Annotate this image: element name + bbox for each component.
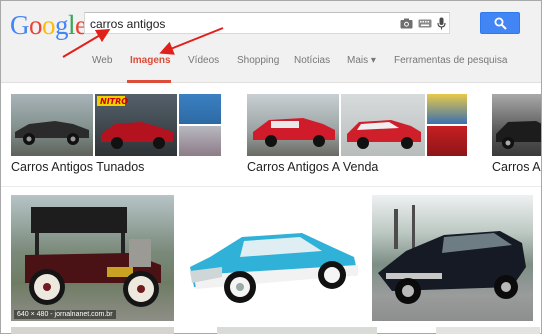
car-photo xyxy=(378,205,526,304)
thumbnail-image: NITRO xyxy=(95,94,177,156)
keyboard-icon[interactable] xyxy=(418,19,432,28)
logo-letter: o xyxy=(29,10,43,40)
tab-mais[interactable]: Mais ▾ xyxy=(347,55,376,66)
section-divider xyxy=(1,186,541,187)
active-tab-indicator xyxy=(127,80,171,83)
related-item[interactable]: Carros Antigos A Venda xyxy=(247,94,467,184)
microphone-icon[interactable] xyxy=(437,17,446,30)
tab-web[interactable]: Web xyxy=(92,55,112,66)
tab-shopping[interactable]: Shopping xyxy=(237,55,279,66)
search-header: Google carros antigos Web Imagens Vídeos… xyxy=(1,1,541,83)
car-photo xyxy=(25,207,161,307)
logo-letter: g xyxy=(55,10,69,40)
result-image-next-row xyxy=(217,327,377,334)
related-thumbnails xyxy=(247,94,467,156)
search-input[interactable] xyxy=(90,15,370,32)
image-results: 640 × 480 - jornalnanet.com.br xyxy=(1,193,541,334)
related-thumbnails: NITRO xyxy=(11,94,221,156)
related-label: Carros Antigos Tunados xyxy=(11,160,145,174)
result-image-next-row xyxy=(11,327,174,334)
search-button[interactable] xyxy=(480,12,520,34)
svg-text:NITRO: NITRO xyxy=(100,97,128,106)
thumbnail-image xyxy=(11,94,93,156)
camera-icon[interactable] xyxy=(400,18,413,29)
car-photo xyxy=(190,233,358,303)
result-image[interactable] xyxy=(372,195,533,321)
tab-ferramentas[interactable]: Ferramentas de pesquisa xyxy=(394,55,507,66)
related-label: Carros Antigos xyxy=(492,160,541,174)
tab-videos[interactable]: Vídeos xyxy=(188,55,219,66)
search-box[interactable] xyxy=(84,12,450,34)
tab-noticias[interactable]: Notícias xyxy=(294,55,330,66)
search-tabs: Web Imagens Vídeos Shopping Notícias Mai… xyxy=(1,49,541,83)
tab-imagens[interactable]: Imagens xyxy=(130,55,171,66)
image-dimensions: 640 × 480 - jornalnanet.com.br xyxy=(14,310,116,319)
logo-letter: o xyxy=(42,10,56,40)
related-thumbnails xyxy=(492,94,541,156)
result-image-next-row xyxy=(436,327,540,334)
related-label: Carros Antigos A Venda xyxy=(247,160,379,174)
thumbnail-image xyxy=(179,94,221,156)
search-icon xyxy=(494,17,507,30)
thumbnail-image xyxy=(492,94,541,156)
related-item[interactable]: NITRO Carros Antigos Tunados xyxy=(11,94,221,184)
logo-letter: G xyxy=(10,10,30,40)
result-image[interactable] xyxy=(182,195,363,321)
logo-letter: l xyxy=(68,10,76,40)
search-tools xyxy=(400,16,446,31)
google-logo[interactable]: Google xyxy=(10,10,87,40)
related-searches: NITRO Carros Antigos Tunados Carros Anti… xyxy=(1,89,541,189)
thumbnail-image xyxy=(341,94,425,156)
result-image[interactable]: 640 × 480 - jornalnanet.com.br xyxy=(11,195,174,321)
thumbnail-image xyxy=(427,94,467,156)
thumbnail-image xyxy=(247,94,339,156)
related-item[interactable]: Carros Antigos xyxy=(492,94,541,184)
